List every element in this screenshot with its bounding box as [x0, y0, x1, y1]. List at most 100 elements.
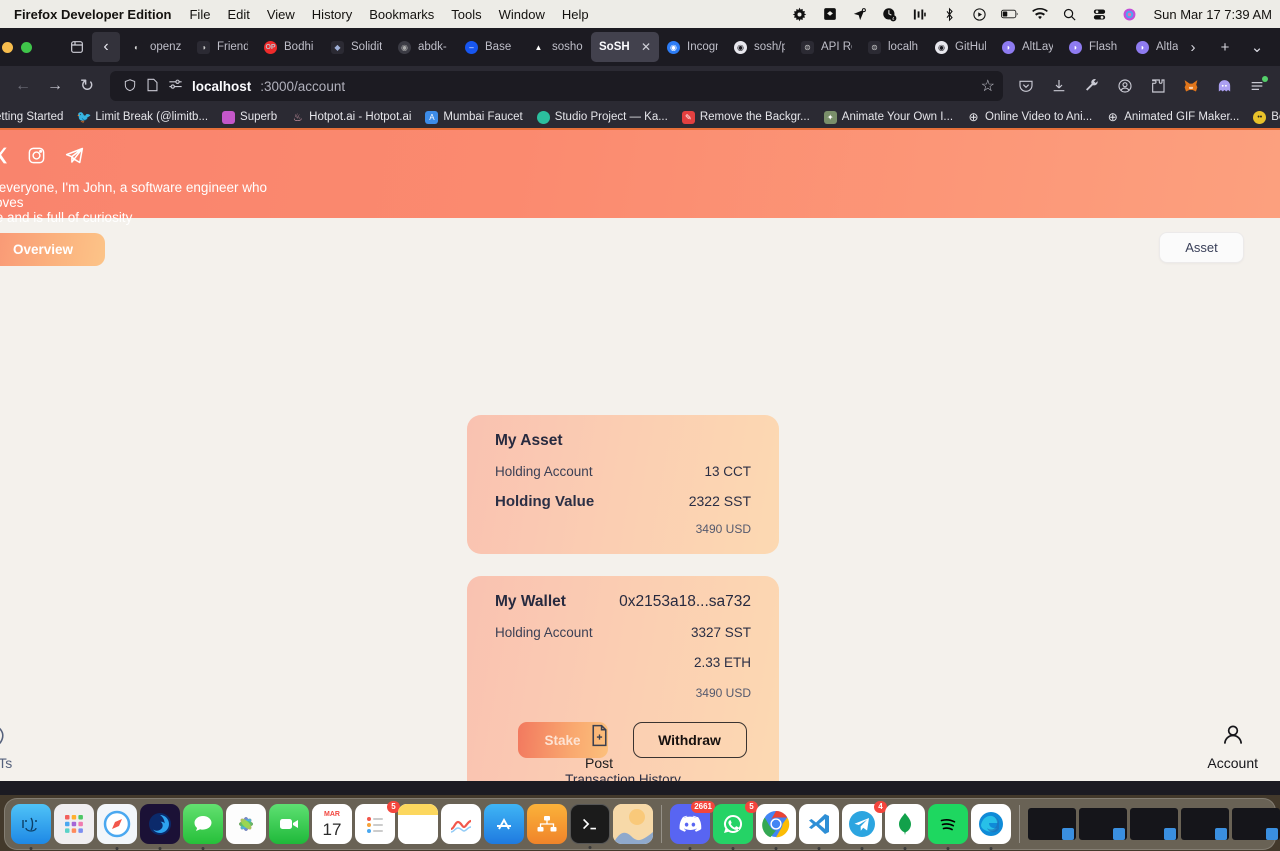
appstore-icon[interactable] — [484, 804, 524, 844]
devtools-wrench-icon[interactable] — [1077, 71, 1107, 101]
browser-tab-openz[interactable]: ◐ openz — [122, 32, 189, 62]
bookmark-limit-break[interactable]: 🐦 Limit Break (@limitb... — [70, 106, 215, 128]
os-clock[interactable]: Sun Mar 17 7:39 AM — [1153, 7, 1272, 22]
minimized-window-1[interactable] — [1028, 808, 1076, 840]
back-button[interactable]: ← — [8, 71, 38, 101]
vscode-icon[interactable] — [799, 804, 839, 850]
window-traffic-lights[interactable] — [2, 41, 62, 53]
spotify-icon[interactable] — [928, 804, 968, 850]
instagram-icon[interactable] — [27, 146, 46, 165]
location-icon[interactable] — [851, 6, 868, 23]
asset-button[interactable]: Asset — [1159, 232, 1244, 263]
bookmark-best-imessage-stickers[interactable]: •• Best iMessage Stick... — [1246, 106, 1280, 128]
menu-view[interactable]: View — [267, 7, 295, 22]
screen-record-icon[interactable] — [971, 6, 988, 23]
browser-tab-base[interactable]: – Base — [457, 32, 524, 62]
forward-button[interactable]: → — [40, 71, 70, 101]
close-icon[interactable]: ✕ — [641, 40, 651, 54]
bottom-nav-item-ccts[interactable]: CCTs — [0, 723, 12, 771]
mongodb-icon[interactable] — [885, 804, 925, 850]
bookmark-animated-gif-maker[interactable]: ⊕ Animated GIF Maker... — [1099, 106, 1246, 128]
sitemap-icon[interactable] — [527, 804, 567, 844]
tab-scroll-left-button[interactable]: ‹ — [92, 32, 120, 62]
os-app-name[interactable]: Firefox Developer Edition — [14, 7, 171, 22]
menu-file[interactable]: File — [189, 7, 210, 22]
menu-tools[interactable]: Tools — [451, 7, 481, 22]
browser-tab-solidity[interactable]: ◆ Solidit — [323, 32, 390, 62]
bookmark-superb[interactable]: Superb — [215, 106, 284, 128]
browser-tab-altlayer-2[interactable]: ◗ Altlay — [1128, 32, 1178, 62]
audio-bars-icon[interactable] — [911, 6, 928, 23]
launchpad-icon[interactable] — [54, 804, 94, 844]
stocks-icon[interactable] — [441, 804, 481, 844]
dropbox-icon[interactable] — [821, 6, 838, 23]
menu-help[interactable]: Help — [562, 7, 589, 22]
photos-icon[interactable] — [226, 804, 266, 844]
bookmark-star-icon[interactable]: ☆ — [981, 76, 995, 96]
tab-overview[interactable]: Overview — [0, 233, 105, 266]
x-twitter-icon[interactable] — [0, 146, 9, 165]
calendar-icon[interactable]: MAR 17 — [312, 804, 352, 844]
bookmark-getting-started[interactable]: etting Started — [0, 106, 70, 128]
window-minimize-button[interactable] — [2, 41, 13, 53]
browser-tab-bodhi[interactable]: OP Bodhi — [256, 32, 323, 62]
extension-icon[interactable] — [1143, 71, 1173, 101]
control-center-icon[interactable] — [1091, 6, 1108, 23]
chrome-icon[interactable] — [756, 804, 796, 850]
telegram-icon[interactable] — [64, 145, 85, 166]
wifi-icon[interactable] — [1031, 6, 1048, 23]
browser-tab-sosh-active[interactable]: SoSH ✕ — [591, 32, 659, 62]
browser-tab-altlayer-1[interactable]: ◗ AltLay — [994, 32, 1061, 62]
bookmark-mumbai-faucet[interactable]: A Mumbai Faucet — [418, 106, 529, 128]
discord-icon[interactable]: 2661 — [670, 801, 715, 850]
bottom-nav-item-account[interactable]: Account — [1207, 722, 1258, 771]
preview-icon[interactable] — [613, 804, 653, 844]
menu-edit[interactable]: Edit — [227, 7, 249, 22]
whatsapp-icon[interactable]: 5 — [713, 801, 758, 850]
bookmark-hotpot[interactable]: ♨ Hotpot.ai - Hotpot.ai — [284, 106, 418, 128]
app-menu-icon[interactable] — [1242, 71, 1272, 101]
browser-tab-github[interactable]: ◉ GitHub — [927, 32, 994, 62]
minimized-window-5[interactable] — [1232, 808, 1280, 840]
bookmark-online-video-to-ani[interactable]: ⊕ Online Video to Ani... — [960, 106, 1099, 128]
browser-tab-sosho[interactable]: ▲ sosho — [524, 32, 591, 62]
browser-tab-abdk[interactable]: ◉ abdk- — [390, 32, 457, 62]
browser-tab-api-ref[interactable]: ⊜ API Re — [793, 32, 860, 62]
browser-tab-friend[interactable]: ◑ Friend — [189, 32, 256, 62]
page-icon[interactable] — [146, 78, 159, 95]
bookmark-remove-background[interactable]: ✎ Remove the Backgr... — [675, 106, 817, 128]
window-zoom-button[interactable] — [21, 41, 32, 53]
url-bar[interactable]: localhost:3000/account ☆ — [110, 71, 1003, 101]
bluetooth-icon[interactable] — [941, 6, 958, 23]
messages-icon[interactable] — [183, 804, 223, 850]
safari-icon[interactable] — [97, 804, 137, 850]
minimized-window-4[interactable] — [1181, 808, 1229, 840]
siri-icon[interactable] — [1121, 6, 1138, 23]
facetime-icon[interactable] — [269, 804, 309, 844]
spotlight-search-icon[interactable] — [1061, 6, 1078, 23]
browser-tab-localhost[interactable]: ⊜ localh — [860, 32, 927, 62]
edge-icon[interactable] — [971, 804, 1011, 850]
terminal-icon[interactable] — [570, 804, 610, 849]
metamask-fox-icon[interactable] — [1176, 71, 1206, 101]
account-icon[interactable] — [1110, 71, 1140, 101]
timemachine-icon[interactable]: 4 — [881, 6, 898, 23]
bookmark-studio-project[interactable]: Studio Project — Ka... — [530, 106, 675, 128]
shield-icon[interactable] — [123, 78, 137, 95]
pocket-icon[interactable] — [1011, 71, 1041, 101]
menu-history[interactable]: History — [312, 7, 352, 22]
firefox-view-button[interactable] — [62, 39, 92, 55]
settings-gear-icon[interactable] — [791, 6, 808, 23]
browser-tab-sosh-repo[interactable]: ◉ sosh/p — [726, 32, 793, 62]
list-all-tabs-button[interactable]: ⌄ — [1242, 32, 1272, 62]
telegram-icon[interactable]: 4 — [842, 801, 887, 850]
menu-bookmarks[interactable]: Bookmarks — [369, 7, 434, 22]
browser-tab-flash[interactable]: ◗ Flash — [1061, 32, 1128, 62]
new-tab-button[interactable]: + — [1210, 32, 1240, 62]
minimized-window-2[interactable] — [1079, 808, 1127, 840]
reload-button[interactable]: ↻ — [72, 71, 102, 101]
menu-window[interactable]: Window — [499, 7, 545, 22]
notes-icon[interactable] — [398, 804, 438, 844]
wallet-address[interactable]: 0x2153a18...sa732 — [619, 593, 751, 611]
bottom-nav-item-post[interactable]: Post — [585, 723, 613, 771]
